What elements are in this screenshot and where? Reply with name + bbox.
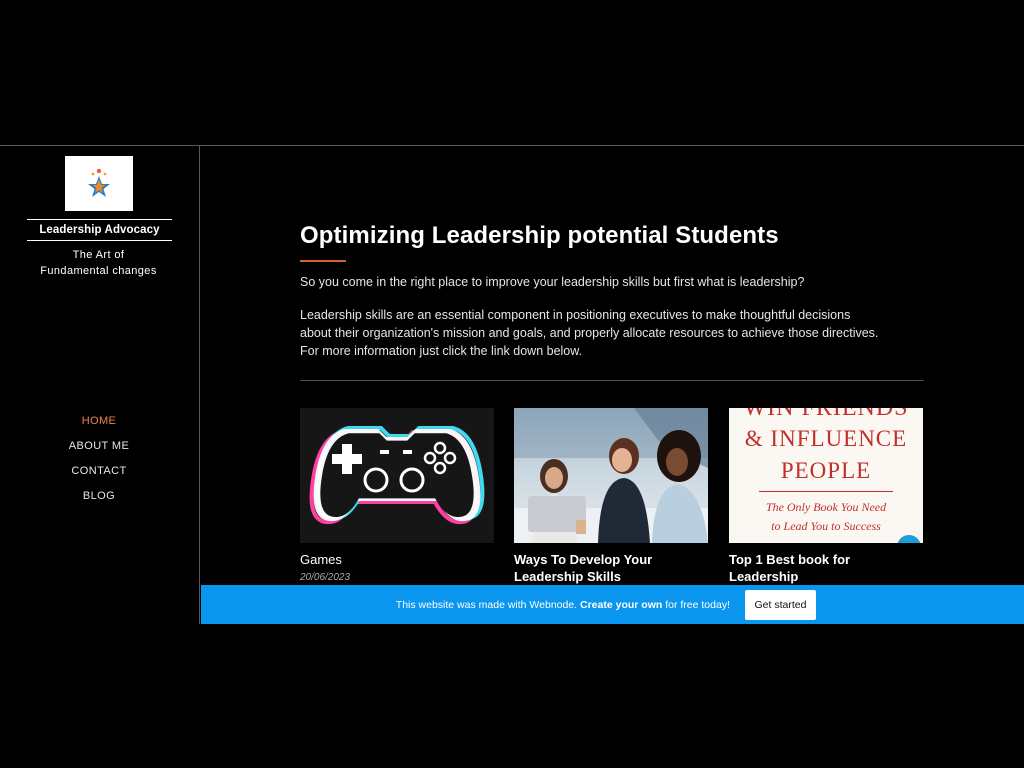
description-text: Leadership skills are an essential compo… (300, 308, 879, 358)
nav-item-about-me[interactable]: ABOUT ME (0, 439, 198, 464)
card-title-line-1: Top 1 Best book for (729, 552, 851, 567)
card-title-line-2: Leadership Skills (514, 569, 621, 584)
create-your-own-link[interactable]: Create your own (580, 599, 662, 611)
card-title-line-1: Ways To Develop Your (514, 552, 653, 567)
site-logo[interactable] (65, 156, 133, 211)
blog-card-leadership-skills[interactable]: Ways To Develop Your Leadership Skills (514, 408, 708, 585)
tagline: The Art of Fundamental changes (20, 247, 177, 279)
tagline-line-2: Fundamental changes (40, 265, 157, 277)
page-title: Optimizing Leadership potential Students (300, 222, 779, 249)
book-cover-top-text: WIN FRIENDS (743, 408, 909, 421)
tagline-line-1: The Art of (72, 249, 125, 261)
banner-text: This website was made with Webnode. Crea… (201, 599, 730, 611)
card-title-leadership-skills[interactable]: Ways To Develop Your Leadership Skills (514, 551, 708, 585)
intro-text: So you come in the right place to improv… (300, 275, 805, 289)
office-women-photo[interactable] (514, 408, 708, 543)
book-cover-badge (897, 535, 921, 543)
book-cover-image[interactable]: WIN FRIENDS & INFLUENCE PEOPLE The Only … (729, 408, 923, 543)
card-title-line-2: Leadership (729, 569, 799, 584)
book-cover-line-2: PEOPLE (780, 458, 872, 483)
nav-item-contact[interactable]: CONTACT (0, 464, 198, 489)
page-frame: Leadership Advocacy The Art of Fundament… (0, 145, 1024, 624)
section-divider (300, 380, 924, 381)
title-underline (300, 260, 346, 262)
blog-card-games[interactable]: Games 20/06/2023 (300, 408, 494, 583)
book-cover-line-1: & INFLUENCE (744, 426, 908, 451)
get-started-button[interactable]: Get started (745, 590, 816, 620)
nav-item-blog[interactable]: BLOG (0, 489, 198, 514)
brand-name[interactable]: Leadership Advocacy (27, 219, 172, 241)
book-cover-sub-line-2: to Lead You to Success (771, 519, 881, 533)
banner-text-prefix: This website was made with Webnode. (395, 599, 581, 611)
book-cover-sub-line-1: The Only Book You Need (765, 500, 887, 514)
book-cover-rule (759, 491, 893, 492)
card-title-best-book[interactable]: Top 1 Best book for Leadership (729, 551, 923, 585)
main-nav: HOME ABOUT ME CONTACT BLOG (0, 414, 198, 514)
sidebar: Leadership Advocacy The Art of Fundament… (0, 146, 200, 624)
banner-text-suffix: for free today! (662, 599, 730, 611)
logo-star-person-icon (88, 168, 110, 197)
nav-item-home[interactable]: HOME (0, 414, 198, 439)
webnode-banner: This website was made with Webnode. Crea… (201, 585, 1024, 624)
card-title-games[interactable]: Games (300, 551, 494, 568)
card-date-games: 20/06/2023 (300, 572, 351, 583)
blog-card-best-book[interactable]: WIN FRIENDS & INFLUENCE PEOPLE The Only … (729, 408, 923, 585)
gamepad-image[interactable] (300, 408, 494, 543)
